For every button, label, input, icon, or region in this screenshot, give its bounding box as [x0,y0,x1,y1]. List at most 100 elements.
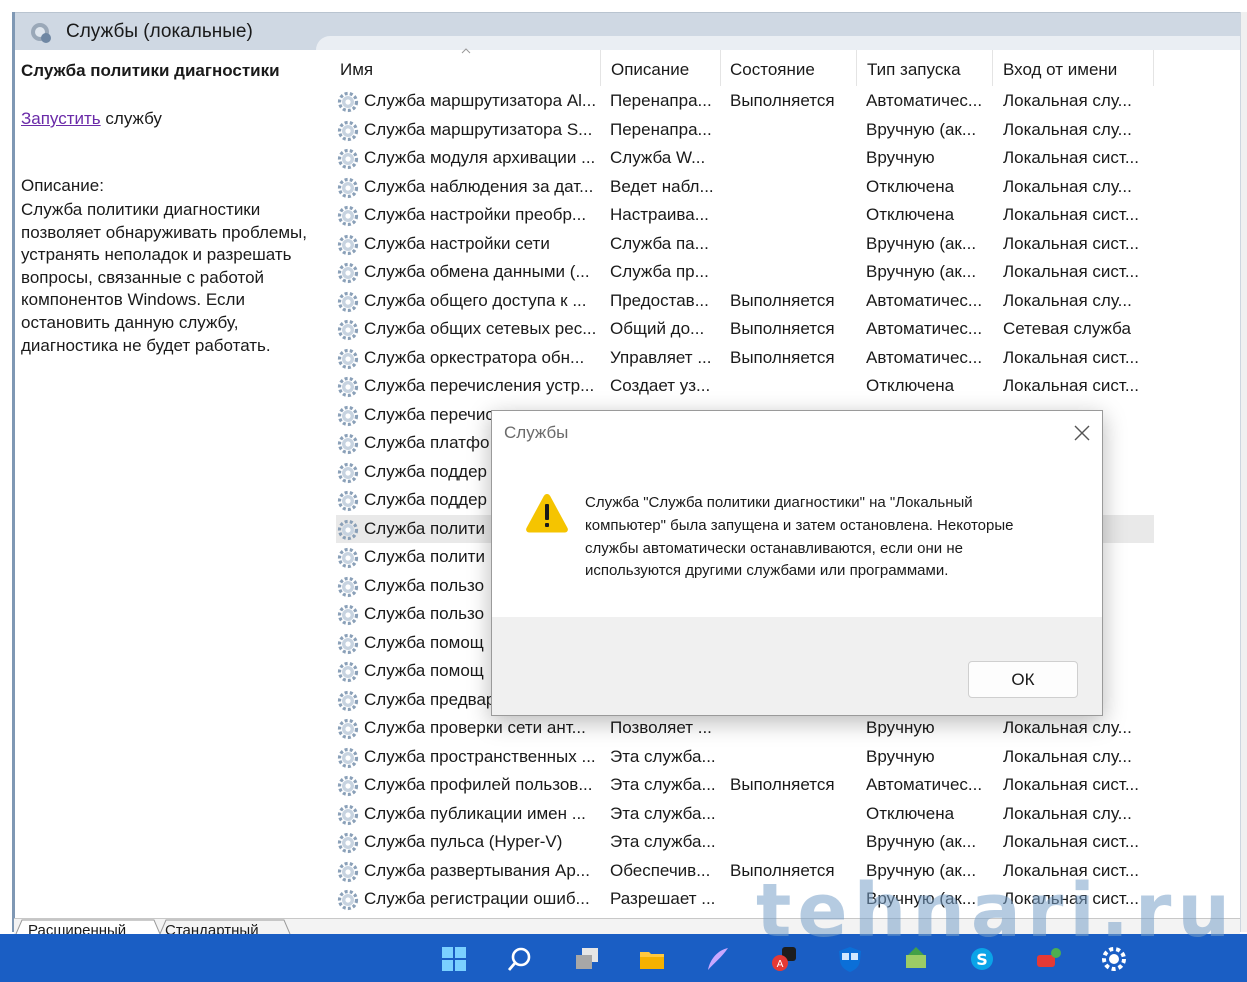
service-name: Служба модуля архивации ... [364,148,596,167]
search-icon[interactable] [506,945,534,973]
close-icon[interactable] [1068,419,1096,447]
service-gear-icon [337,490,359,512]
service-name: Служба профилей пользов... [364,775,593,794]
sort-up-icon [461,48,471,54]
service-logon-as: Локальная слу... [1003,176,1132,196]
column-header-description[interactable]: Описание [611,60,689,80]
column-separator[interactable] [992,50,993,86]
service-description-cell: Управляет ... [610,347,712,367]
service-description-cell: Эта служба... [610,832,716,851]
description-label: Описание: [21,176,104,195]
service-gear-icon [337,91,359,113]
service-gear-icon [337,604,359,626]
service-gear-icon [337,747,359,768]
column-separator[interactable] [1153,50,1154,86]
feather-app-icon[interactable] [704,945,732,973]
service-name: Служба проверки сети ант... [364,718,586,737]
service-gear-icon [337,547,359,569]
service-row[interactable]: Служба перечисления устр... Создает уз...… [336,372,1154,401]
service-gear-icon [337,348,359,369]
service-row[interactable]: Служба оркестратора обн... Управляет ... В… [336,344,1154,373]
service-name: Служба наблюдения за дат... [364,176,594,196]
service-description-cell: Общий до... [610,319,705,338]
service-description-cell: Позволяет ... [610,718,712,737]
service-name: Служба оркестратора обн... [364,347,585,367]
service-row[interactable]: Служба модуля архивации ... Служба W... Вр… [336,144,1154,173]
service-gear-icon [337,889,359,911]
service-description-cell: Обеспечив... [610,860,711,880]
service-logon-as: Локальная сист... [1003,148,1139,167]
right-border [1240,12,1247,932]
windows-start-icon[interactable] [440,945,468,973]
service-startup-type: Отключена [866,803,955,823]
service-description-cell: Эта служба... [610,746,716,766]
service-row[interactable]: Служба проверки сети ант... Позволяет ...… [336,714,1154,743]
service-startup-type: Отключена [866,205,955,224]
service-name: Служба общих сетевых рес... [364,319,597,338]
task-view-icon[interactable] [573,945,601,973]
column-separator[interactable] [600,50,601,86]
service-row[interactable]: Служба настройки сети Служба па... Вручную… [336,230,1154,259]
service-row[interactable]: Служба настройки преобр... Настраива... От… [336,201,1154,230]
tab-extended[interactable]: Расширенный [28,920,126,934]
service-name: Служба развертывания Ар... [364,860,590,880]
start-service-suffix: службу [100,109,162,128]
service-name: Служба регистрации ошиб... [364,889,590,908]
watermark: tehnari.ru [756,868,1237,954]
header-divider [316,36,1247,50]
service-logon-as: Локальная сист... [1003,205,1139,224]
service-row[interactable]: Служба общего доступа к ... Предостав... В… [336,287,1154,316]
service-row[interactable]: Служба пространственных ... Эта служба...… [336,743,1154,772]
service-row[interactable]: Служба профилей пользов... Эта служба... В… [336,771,1154,800]
service-startup-type: Автоматичес... [866,290,983,310]
column-header-logon-as[interactable]: Вход от имени [1003,60,1117,80]
service-logon-as: Локальная сист... [1003,262,1139,281]
service-startup-type: Автоматичес... [866,91,983,110]
service-gear-icon [337,148,359,170]
service-row[interactable]: Служба обмена данными (... Служба пр... Вр… [336,258,1154,287]
service-row[interactable]: Служба наблюдения за дат... Ведет набл...… [336,173,1154,202]
service-gear-icon [337,234,359,255]
column-header-state[interactable]: Состояние [730,60,815,80]
service-name: Служба пространственных ... [364,746,596,766]
service-gear-icon [337,804,359,825]
service-gear-icon [337,319,359,341]
left-border [12,12,15,932]
service-startup-type: Вручную (ак... [866,233,977,253]
service-startup-type: Автоматичес... [866,319,983,338]
service-gear-icon [337,291,359,312]
service-logon-as: Локальная слу... [1003,803,1132,823]
service-description-cell: Служба пр... [610,262,709,281]
service-row[interactable]: Служба маршрутизатора Al... Перенапра... В… [336,87,1154,116]
service-gear-icon [337,177,359,198]
service-description-cell: Эта служба... [610,775,716,794]
service-startup-type: Автоматичес... [866,347,983,367]
service-startup-type: Вручную [866,718,935,737]
column-separator[interactable] [856,50,857,86]
file-explorer-icon[interactable] [638,945,666,973]
service-logon-as: Локальная слу... [1003,718,1132,737]
service-startup-type: Автоматичес... [866,775,983,794]
service-logon-as: Сетевая служба [1003,319,1131,338]
service-logon-as: Локальная сист... [1003,832,1139,851]
service-name: Служба маршрутизатора S... [364,119,593,139]
service-startup-type: Вручную [866,746,935,766]
service-row[interactable]: Служба публикации имен ... Эта служба... О… [336,800,1154,829]
service-row[interactable]: Служба маршрутизатора S... Перенапра... Вр… [336,116,1154,145]
service-state: Выполняется [730,290,835,310]
service-gear-icon [337,120,359,141]
service-row[interactable]: Служба пульса (Hyper-V) Эта служба... Вруч… [336,828,1154,857]
service-row[interactable]: Служба общих сетевых рес... Общий до... Вы… [336,315,1154,344]
services-gear-icon [31,23,51,43]
service-gear-icon [337,205,359,227]
service-gear-icon [337,775,359,797]
service-logon-as: Локальная слу... [1003,746,1132,766]
ok-button[interactable]: ОК [968,661,1078,698]
service-gear-icon [337,633,359,654]
tab-standard[interactable]: Стандартный [165,920,259,934]
column-separator[interactable] [720,50,721,86]
column-header-name[interactable]: Имя [340,60,373,80]
service-gear-icon [337,433,359,455]
start-service-link[interactable]: Запустить [21,109,101,128]
column-header-startup-type[interactable]: Тип запуска [867,60,961,80]
